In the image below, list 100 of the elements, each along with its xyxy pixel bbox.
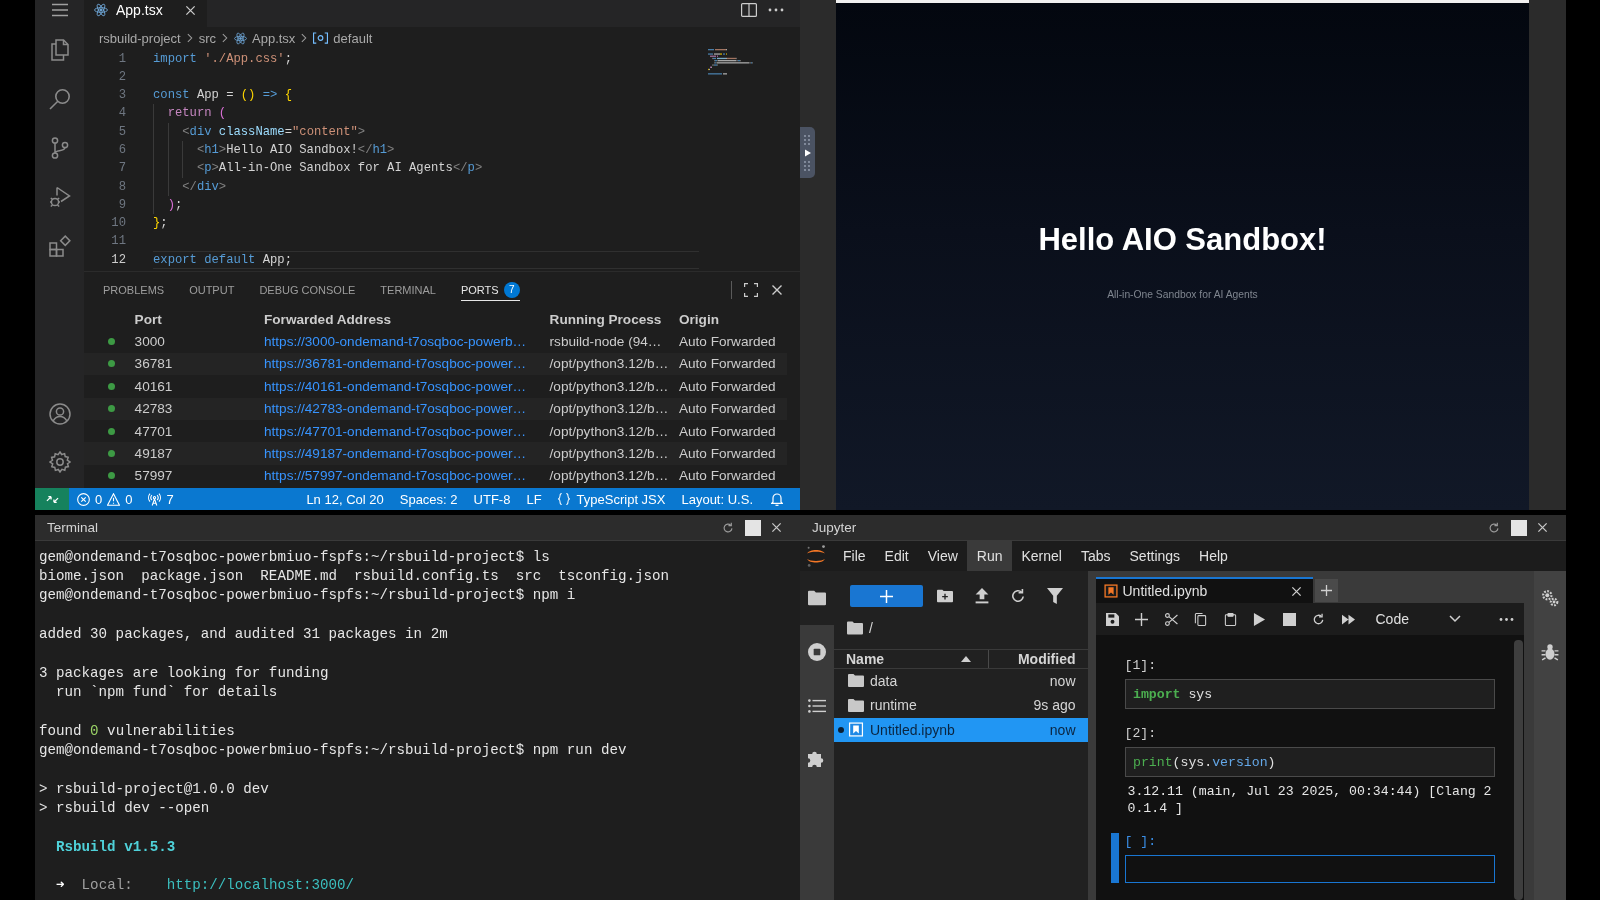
refresh-icon[interactable] — [722, 521, 734, 534]
menu-item[interactable]: Run — [967, 541, 1012, 571]
braces-icon — [557, 493, 570, 505]
menu-item[interactable]: Edit — [875, 541, 919, 571]
address-link[interactable]: https://47701-ondemand-t7osqboc-power… — [264, 423, 527, 439]
file-row[interactable]: data now — [834, 668, 1088, 694]
more-icon[interactable] — [768, 8, 784, 12]
address-link[interactable]: https://36781-ondemand-t7osqboc-power… — [264, 356, 527, 372]
scrollbar[interactable] — [1514, 640, 1523, 900]
filter-icon[interactable] — [1046, 588, 1063, 604]
status-item[interactable]: Spaces: 2 — [391, 488, 466, 510]
status-dot-icon — [108, 360, 115, 368]
extensions-icon[interactable] — [48, 234, 71, 257]
table-cell: Auto Forwarded — [678, 334, 776, 350]
status-item[interactable]: UTF-8 — [465, 488, 519, 510]
refresh-icon[interactable] — [1010, 588, 1026, 604]
refresh-icon[interactable] — [1488, 521, 1500, 534]
menu-item[interactable]: File — [833, 541, 876, 571]
status-dot-icon — [108, 427, 115, 435]
breadcrumb-item[interactable]: rsbuild-project — [99, 30, 181, 46]
modified-time: now — [1049, 672, 1076, 689]
column-header: Running Process — [549, 311, 662, 327]
status-item[interactable]: Layout: U.S. — [673, 488, 761, 510]
address-link[interactable]: https://57997-ondemand-t7osqboc-power… — [264, 468, 527, 484]
copy-icon[interactable] — [1194, 612, 1207, 626]
close-icon[interactable] — [771, 522, 782, 533]
cut-icon[interactable] — [1164, 612, 1178, 626]
plus-icon — [1321, 585, 1332, 596]
settings-icon[interactable] — [48, 451, 71, 473]
breadcrumb-item[interactable]: default — [333, 30, 373, 46]
paste-icon[interactable] — [1223, 612, 1237, 626]
more-icon[interactable] — [1499, 617, 1514, 621]
cell-prompt: [ ]: — [1124, 833, 1157, 850]
files-icon[interactable] — [48, 38, 71, 61]
bug-icon[interactable] — [1541, 643, 1559, 661]
address-link[interactable]: https://42783-ondemand-t7osqboc-power… — [264, 401, 527, 417]
menu-item[interactable]: View — [918, 541, 968, 571]
notebook-tab[interactable]: Untitled.ipynb — [1096, 577, 1313, 603]
refresh-icon[interactable] — [1312, 612, 1325, 626]
close-icon[interactable] — [1537, 522, 1548, 533]
address-link[interactable]: https://40161-ondemand-t7osqboc-power… — [264, 378, 527, 394]
line-number: 7 — [117, 160, 126, 178]
terminal-line: biome.json package.json README.md rsbuild.config.ts src tsconfig.json — [39, 566, 670, 586]
menu-item[interactable]: Help — [1189, 541, 1238, 571]
plus-icon[interactable] — [1135, 612, 1148, 626]
ports-button[interactable]: 7 — [140, 488, 182, 510]
run-debug-icon[interactable] — [48, 185, 71, 208]
table-cell: Auto Forwarded — [678, 378, 776, 394]
cell-type-dropdown[interactable]: Code — [1362, 607, 1470, 631]
column-header[interactable]: Modified — [1017, 650, 1076, 667]
play-icon[interactable] — [1253, 612, 1266, 626]
status-item[interactable]: TypeScript JSX — [549, 488, 674, 510]
add-tab-button[interactable] — [1315, 579, 1338, 602]
panel-tab[interactable]: TERMINAL — [380, 279, 436, 301]
editor-tab[interactable]: App.tsx — [84, 0, 207, 27]
input-field[interactable] — [1124, 855, 1495, 883]
panel-tab[interactable]: PROBLEMS — [103, 279, 165, 301]
breadcrumb-item[interactable]: src — [198, 30, 216, 46]
line-number: 4 — [117, 105, 126, 123]
path-breadcrumb[interactable]: / — [869, 620, 873, 636]
close-icon[interactable] — [185, 4, 196, 16]
panel-handle[interactable] — [800, 127, 815, 178]
panel-tab[interactable]: PORTS 7 — [460, 279, 520, 301]
folder-icon — [848, 673, 864, 689]
upload-icon[interactable] — [973, 588, 990, 604]
menu-item[interactable]: Settings — [1120, 541, 1190, 571]
remote-indicator[interactable] — [35, 488, 69, 510]
column-header[interactable]: Name — [846, 650, 885, 667]
account-icon[interactable] — [48, 403, 71, 425]
fast-forward-icon[interactable] — [1341, 612, 1355, 626]
panel-tab[interactable]: OUTPUT — [189, 279, 235, 301]
new-folder-icon[interactable] — [937, 588, 953, 604]
code-cell-input[interactable]: print(sys.version) — [1124, 747, 1495, 777]
problems-button[interactable]: 0 0 — [69, 488, 141, 510]
jupyter-logo-icon[interactable] — [806, 545, 826, 567]
status-item[interactable]: LF — [518, 488, 550, 510]
code-cell-input[interactable]: import sys — [1124, 679, 1495, 709]
address-link[interactable]: https://49187-ondemand-t7osqboc-power… — [264, 446, 527, 462]
search-icon[interactable] — [48, 87, 71, 110]
close-icon[interactable] — [771, 284, 783, 296]
split-editor-icon[interactable] — [741, 3, 757, 17]
square-icon[interactable] — [744, 519, 761, 536]
chevron-down-icon — [1448, 615, 1461, 623]
menu-icon[interactable] — [51, 3, 68, 17]
file-row[interactable]: runtime 9s ago — [834, 693, 1088, 718]
maximize-icon[interactable] — [744, 283, 758, 297]
menu-item[interactable]: Kernel — [1011, 541, 1072, 571]
symbol-icon — [313, 32, 329, 44]
close-icon[interactable] — [1290, 585, 1302, 597]
panel-tab[interactable]: DEBUG CONSOLE — [259, 279, 356, 301]
save-icon[interactable] — [1105, 612, 1119, 626]
menu-item[interactable]: Tabs — [1071, 541, 1120, 571]
file-row[interactable]: Untitled.ipynb now — [834, 717, 1088, 743]
stop-icon[interactable] — [1282, 612, 1296, 626]
bell-icon[interactable] — [771, 492, 783, 506]
breadcrumb-item[interactable]: App.tsx — [252, 30, 296, 46]
gears-icon[interactable] — [1541, 589, 1559, 607]
status-item[interactable]: Ln 12, Col 20 — [298, 488, 392, 510]
address-link[interactable]: https://3000-ondemand-t7osqboc-powerb… — [264, 334, 527, 350]
square-icon[interactable] — [1510, 519, 1527, 536]
